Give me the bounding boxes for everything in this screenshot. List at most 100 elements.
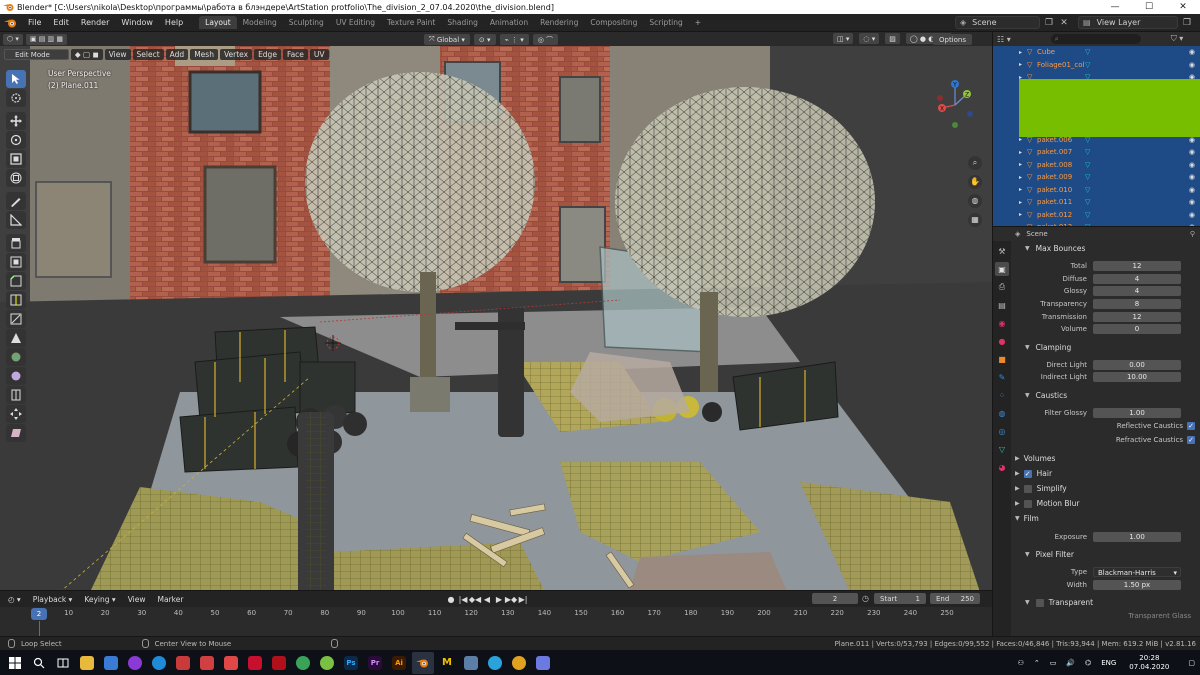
illustrator-icon[interactable]: Ai	[388, 652, 410, 674]
film-panel[interactable]: ▼ Film	[1011, 511, 1200, 526]
tab-animation[interactable]: Animation	[484, 16, 534, 29]
hair-checkbox[interactable]: ✓	[1023, 469, 1032, 478]
expand-arrow-icon[interactable]: ▸	[1019, 136, 1027, 143]
edge-browser-icon[interactable]	[148, 652, 170, 674]
filter-icon[interactable]: ⛉ ▾	[1171, 34, 1184, 44]
record-icon[interactable]: ●	[445, 594, 457, 605]
premiere-icon[interactable]: Pr	[364, 652, 386, 674]
timeline-track-area[interactable]	[0, 621, 992, 637]
menu-mesh[interactable]: Mesh	[190, 49, 218, 60]
property-field[interactable]: 10.00	[1093, 372, 1181, 383]
tray-volume-icon[interactable]: 🔊	[1066, 659, 1075, 667]
property-field[interactable]: 12	[1093, 311, 1181, 322]
start-frame-field[interactable]: Start 1	[874, 593, 926, 604]
max-bounces-section[interactable]: ▼ Max Bounces	[1011, 241, 1200, 256]
menu-vertex[interactable]: Vertex	[219, 49, 253, 60]
file-explorer-icon[interactable]	[76, 652, 98, 674]
tab-uv-editing[interactable]: UV Editing	[330, 16, 381, 29]
app-m-icon[interactable]: M	[436, 652, 458, 674]
scale-tool-icon[interactable]	[6, 150, 26, 168]
search-icon[interactable]	[28, 652, 50, 674]
menu-edit[interactable]: Edit	[47, 18, 75, 27]
caustics-section[interactable]: ▼ Caustics	[1011, 388, 1200, 403]
app-shield-icon[interactable]	[244, 652, 266, 674]
outliner-row[interactable]: ▸ ▽ paket.008 ▽ ◉	[993, 159, 1200, 172]
minimize-button[interactable]: —	[1098, 0, 1132, 14]
options-dropdown[interactable]: Options	[932, 34, 972, 45]
expand-arrow-icon[interactable]: ▸	[1019, 149, 1027, 156]
view-layer-tab-icon[interactable]: ▤	[995, 298, 1009, 312]
menu-uv[interactable]: UV	[309, 49, 329, 60]
timeline-type-icon[interactable]: ◴ ▾	[0, 595, 27, 604]
transform-tool-icon[interactable]	[6, 169, 26, 187]
expand-arrow-icon[interactable]: ▸	[1019, 199, 1027, 206]
proportional-edit-icon[interactable]: ◎ ⌒	[532, 34, 559, 45]
loop-cut-tool-icon[interactable]	[6, 291, 26, 309]
outliner-row[interactable]: ▸ ▽ Foliage01_col ▽ ◉	[993, 59, 1200, 72]
transparent-checkbox[interactable]	[1035, 598, 1044, 607]
data-tab-icon[interactable]: ▽	[995, 442, 1009, 456]
menu-window[interactable]: Window	[115, 18, 159, 27]
discord-icon[interactable]	[532, 652, 554, 674]
select-mode-icons[interactable]: ◆ ▢ ◼	[70, 49, 103, 60]
play-icon[interactable]: ▶	[493, 594, 505, 605]
property-field[interactable]: 4	[1093, 286, 1181, 297]
mode-selector[interactable]: Edit Mode	[4, 49, 69, 60]
maximize-button[interactable]: ☐	[1132, 0, 1166, 14]
add-workspace-button[interactable]: +	[689, 16, 707, 29]
app-red-logo-icon[interactable]	[268, 652, 290, 674]
menu-select[interactable]: Select	[132, 49, 164, 60]
measure-tool-icon[interactable]	[6, 211, 26, 229]
knife-tool-icon[interactable]	[6, 310, 26, 328]
filter-glossy-field[interactable]: 1.00	[1093, 408, 1181, 419]
windows-start-icon[interactable]	[4, 652, 26, 674]
tab-layout[interactable]: Layout	[199, 16, 237, 29]
eye-icon[interactable]: ◉	[1189, 148, 1195, 156]
play-reverse-icon[interactable]: ◀	[481, 594, 493, 605]
view-layer-selector[interactable]: ▤ View Layer	[1078, 16, 1178, 29]
delete-scene-icon[interactable]: ✕	[1058, 17, 1070, 29]
expand-arrow-icon[interactable]: ▸	[1019, 49, 1027, 56]
pivot-icon[interactable]: ⊙ ▾	[473, 34, 496, 45]
xray-icon[interactable]: ▨	[885, 33, 900, 44]
view-object-types-icon[interactable]: ◫ ▾	[833, 33, 854, 44]
filter-type-dropdown[interactable]: Blackman-Harris ▾	[1093, 567, 1181, 578]
task-view-icon[interactable]	[52, 652, 74, 674]
spin-tool-icon[interactable]	[6, 348, 26, 366]
modifier-tab-icon[interactable]: ✎	[995, 370, 1009, 384]
menu-playback[interactable]: Playback ▾	[27, 595, 79, 604]
frame-ruler[interactable]: 2 10 20 30 40 50 60 70 80 90 100 110 120 130 140 150 16…	[0, 607, 992, 621]
poly-build-tool-icon[interactable]	[6, 329, 26, 347]
reflective-caustics-checkbox[interactable]: ✓	[1187, 422, 1195, 431]
expand-arrow-icon[interactable]: ▸	[1019, 174, 1027, 181]
shrink-fatten-tool-icon[interactable]	[6, 405, 26, 423]
rotate-tool-icon[interactable]	[6, 131, 26, 149]
tab-sculpting[interactable]: Sculpting	[283, 16, 330, 29]
motion-blur-checkbox[interactable]	[1023, 499, 1032, 508]
transparent-section[interactable]: ▼ Transparent	[1011, 595, 1200, 610]
outliner-row[interactable]: ▸ ▽ paket.009 ▽ ◉	[993, 171, 1200, 184]
inset-tool-icon[interactable]	[6, 253, 26, 271]
jump-end-icon[interactable]: ▶|	[517, 594, 529, 605]
tool-tab-icon[interactable]: ⚒	[995, 244, 1009, 258]
menu-add[interactable]: Add	[165, 49, 189, 60]
mail-icon[interactable]	[100, 652, 122, 674]
ortho-grid-icon[interactable]: ▦	[968, 213, 982, 227]
select-tool-icon[interactable]	[6, 70, 26, 88]
telegram-icon[interactable]	[484, 652, 506, 674]
tool-select-box-icon[interactable]: ▣ ▤ ▥ ▦	[25, 33, 67, 45]
constraints-tab-icon[interactable]: ◎	[995, 424, 1009, 438]
tab-compositing[interactable]: Compositing	[584, 16, 643, 29]
scene-selector[interactable]: ◈ Scene	[955, 16, 1040, 29]
cursor-tool-icon[interactable]	[6, 89, 26, 107]
outliner-type-icon[interactable]: ☷ ▾	[997, 35, 1011, 44]
output-tab-icon[interactable]: ⎙	[995, 280, 1009, 294]
eye-icon[interactable]: ◉	[1189, 211, 1195, 219]
zoom-icon[interactable]: ⌕	[968, 156, 982, 170]
render-tab-icon[interactable]: ▣	[995, 262, 1009, 276]
outliner-row[interactable]: ▸ ▽ paket.007 ▽ ◉	[993, 146, 1200, 159]
scene-tab-icon[interactable]: ◉	[995, 316, 1009, 330]
expand-arrow-icon[interactable]: ▸	[1019, 211, 1027, 218]
3d-viewport[interactable]: ⬡ ▾ ▣ ▤ ▥ ▦ ⤧ Global ▾ ⊙ ▾ ⌁ ⋮ ▾ ◎ ⌒ ◫ ▾…	[0, 32, 992, 590]
filter-width-field[interactable]: 1.50 px	[1093, 579, 1181, 590]
